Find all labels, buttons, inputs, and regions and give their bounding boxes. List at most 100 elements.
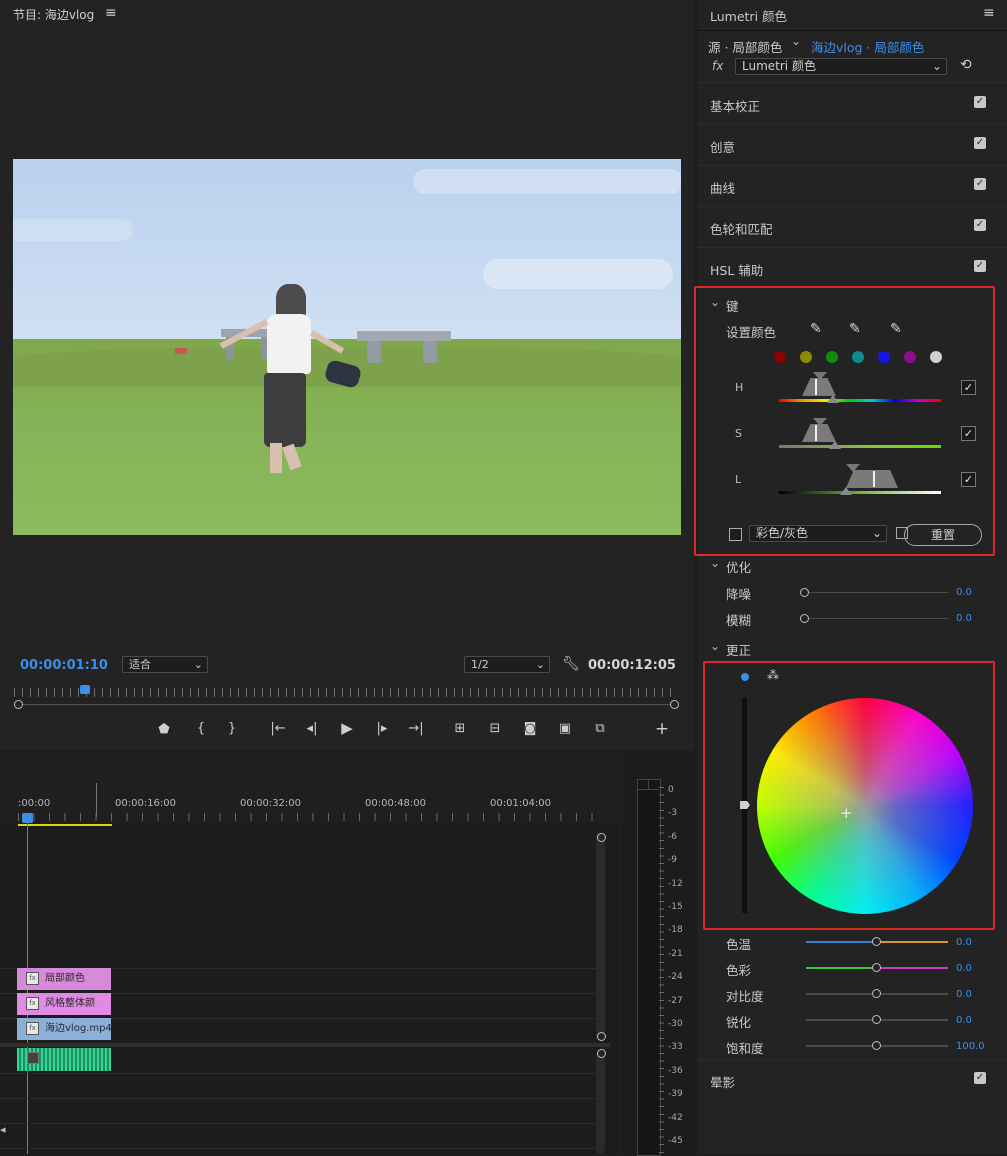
section-curves-checkbox[interactable]: ✓	[974, 178, 986, 190]
denoise-value[interactable]: 0.0	[956, 587, 972, 598]
work-area-bar[interactable]	[18, 824, 112, 826]
section-vignette[interactable]: 晕影	[710, 1072, 735, 1091]
saturation-bottom-handle[interactable]	[829, 441, 841, 449]
timeline-playhead[interactable]	[22, 813, 33, 823]
section-curves[interactable]: 曲线	[710, 178, 735, 197]
zoom-bar[interactable]	[20, 704, 674, 705]
section-creative[interactable]: 创意	[710, 137, 735, 156]
tint-value[interactable]: 0.0	[956, 963, 972, 974]
denoise-slider[interactable]	[806, 592, 948, 593]
section-vignette-checkbox[interactable]: ✓	[974, 1072, 986, 1084]
chevron-down-icon[interactable]: ⌄	[710, 295, 720, 309]
wheel-crosshair-icon[interactable]: +	[840, 804, 853, 822]
resolution-dropdown[interactable]: 1/2 ⌄	[464, 656, 550, 673]
target-selector[interactable]: 海边vlog · 局部颜色	[811, 37, 924, 56]
chevron-down-icon[interactable]: ⌄	[710, 639, 720, 653]
saturation-top-handle[interactable]	[813, 418, 827, 426]
color-swatch[interactable]	[930, 351, 942, 363]
scroll-handle[interactable]	[597, 1049, 606, 1058]
saturation-knob[interactable]	[872, 1041, 881, 1050]
single-wheel-mode-icon[interactable]	[741, 673, 749, 681]
zoom-handle-left[interactable]	[14, 700, 23, 709]
step-forward-icon[interactable]: |▸	[371, 721, 393, 736]
saturation-value[interactable]: 100.0	[956, 1041, 985, 1052]
contrast-value[interactable]: 0.0	[956, 989, 972, 1000]
sharpen-value[interactable]: 0.0	[956, 1015, 972, 1026]
mark-in-icon[interactable]: {	[190, 721, 212, 736]
section-hsl[interactable]: HSL 辅助	[710, 260, 763, 279]
scrubber-ticks[interactable]	[14, 688, 678, 697]
luminance-bottom-handle[interactable]	[840, 487, 852, 495]
contrast-knob[interactable]	[872, 989, 881, 998]
tint-knob[interactable]	[872, 963, 881, 972]
play-icon[interactable]: ▶	[336, 719, 358, 737]
saturation-center[interactable]	[815, 425, 817, 441]
hamburger-icon[interactable]: ≡	[983, 5, 995, 21]
hamburger-icon[interactable]: ≡	[105, 5, 117, 21]
source-selector[interactable]: 源 · 局部颜色	[708, 37, 782, 56]
camera-icon[interactable]: ◙	[519, 721, 541, 736]
temperature-value[interactable]: 0.0	[956, 937, 972, 948]
eyedropper-icon[interactable]: ✎	[810, 321, 822, 337]
reset-button[interactable]: 重置	[904, 524, 982, 546]
fit-dropdown[interactable]: 适合 ⌄	[122, 656, 208, 673]
display-mask-checkbox[interactable]	[729, 528, 742, 541]
vertical-scrollbar[interactable]	[596, 833, 605, 1041]
eyedropper-subtract-icon[interactable]: ✎	[890, 321, 902, 337]
section-basic-checkbox[interactable]: ✓	[974, 96, 986, 108]
current-timecode[interactable]: 00:00:01:10	[20, 658, 108, 673]
chevron-down-icon[interactable]: ⌄	[791, 34, 801, 48]
hue-top-handle[interactable]	[813, 372, 827, 380]
color-swatch[interactable]	[800, 351, 812, 363]
mark-out-icon[interactable]: }	[221, 721, 243, 736]
display-mode-dropdown[interactable]: 彩色/灰色 ⌄	[749, 525, 887, 542]
clip-adjustment-local[interactable]: fx 局部颜色	[17, 968, 111, 990]
go-to-out-icon[interactable]: →|	[405, 721, 427, 736]
lift-icon[interactable]: ⊞	[449, 721, 471, 736]
zoom-handle-right[interactable]	[670, 700, 679, 709]
av-divider[interactable]	[0, 1043, 610, 1047]
luminance-center[interactable]	[873, 471, 875, 487]
l-checkbox[interactable]: ✓	[961, 472, 976, 487]
blur-knob[interactable]	[800, 614, 809, 623]
s-checkbox[interactable]: ✓	[961, 426, 976, 441]
blur-value[interactable]: 0.0	[956, 613, 972, 624]
ruler-ticks[interactable]	[18, 813, 598, 821]
blur-slider[interactable]	[806, 618, 948, 619]
color-swatch[interactable]	[852, 351, 864, 363]
color-swatch[interactable]	[878, 351, 890, 363]
denoise-knob[interactable]	[800, 588, 809, 597]
playhead[interactable]	[80, 685, 90, 694]
scroll-handle[interactable]	[597, 1032, 606, 1041]
speaker-icon[interactable]: ◂	[0, 1123, 6, 1136]
chevron-down-icon[interactable]: ⌄	[710, 556, 720, 570]
three-wheel-mode-icon[interactable]: ⁂	[767, 668, 779, 682]
clip-audio[interactable]	[17, 1048, 111, 1071]
step-back-icon[interactable]: ◂|	[301, 721, 323, 736]
color-swatch[interactable]	[904, 351, 916, 363]
h-checkbox[interactable]: ✓	[961, 380, 976, 395]
luminance-top-handle[interactable]	[846, 464, 860, 472]
effect-dropdown[interactable]: Lumetri 颜色 ⌄	[735, 58, 947, 75]
add-icon[interactable]: +	[651, 719, 673, 739]
extract-icon[interactable]: ⊟	[484, 721, 506, 736]
wrench-icon[interactable]: 🔧︎	[562, 656, 580, 672]
clip-video[interactable]: fx 海边vlog.mp4	[17, 1018, 112, 1040]
hue-center[interactable]	[815, 379, 817, 395]
color-swatch[interactable]	[826, 351, 838, 363]
section-color-wheels-checkbox[interactable]: ✓	[974, 219, 986, 231]
compare-icon[interactable]: ▣	[554, 721, 576, 736]
temperature-knob[interactable]	[872, 937, 881, 946]
audio-scrollbar[interactable]	[596, 1051, 605, 1154]
reset-effect-icon[interactable]: ⟲	[960, 57, 972, 73]
section-basic[interactable]: 基本校正	[710, 96, 760, 115]
luminance-range[interactable]	[846, 470, 898, 488]
go-to-in-icon[interactable]: |←	[267, 721, 289, 736]
marker-icon[interactable]: ⬟	[153, 722, 175, 737]
section-hsl-checkbox[interactable]: ✓	[974, 260, 986, 272]
hue-bottom-handle[interactable]	[827, 395, 839, 403]
color-wheel[interactable]	[757, 698, 973, 914]
clip-adjustment-style[interactable]: fx 风格整体颜	[17, 993, 111, 1015]
section-creative-checkbox[interactable]: ✓	[974, 137, 986, 149]
multicam-icon[interactable]: ⧉	[589, 721, 611, 736]
